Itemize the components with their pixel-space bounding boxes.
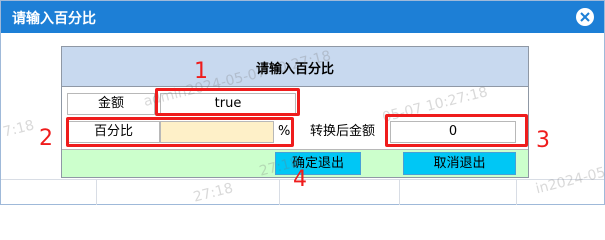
- annotation-number-3: 3: [536, 128, 550, 153]
- percent-dialog: 请输入百分比 请输入百分比 金额 true 百分比 % 转换后金额 0 确定退出…: [0, 0, 605, 206]
- watermark: 7:18: [1, 117, 36, 141]
- title-bar: 请输入百分比: [1, 1, 604, 33]
- background-grid-line: [516, 179, 517, 205]
- annotation-box-2: [66, 117, 294, 147]
- annotation-number-2: 2: [39, 126, 53, 151]
- watermark: in2024-05: [534, 164, 605, 198]
- cancel-exit-button[interactable]: 取消退出: [403, 152, 516, 175]
- watermark: 27:18: [191, 180, 235, 206]
- annotation-box-1: [155, 88, 300, 116]
- dialog-title: 请输入百分比: [12, 11, 96, 27]
- annotation-number-1: 1: [194, 59, 208, 84]
- annotation-number-4: 4: [293, 167, 307, 192]
- converted-amount-label: 转换后金额: [310, 124, 376, 139]
- background-grid-line: [399, 179, 400, 205]
- annotation-box-3: [385, 114, 528, 147]
- background-grid-line: [96, 179, 97, 205]
- close-icon[interactable]: [576, 8, 594, 26]
- background-grid-line: [279, 179, 280, 205]
